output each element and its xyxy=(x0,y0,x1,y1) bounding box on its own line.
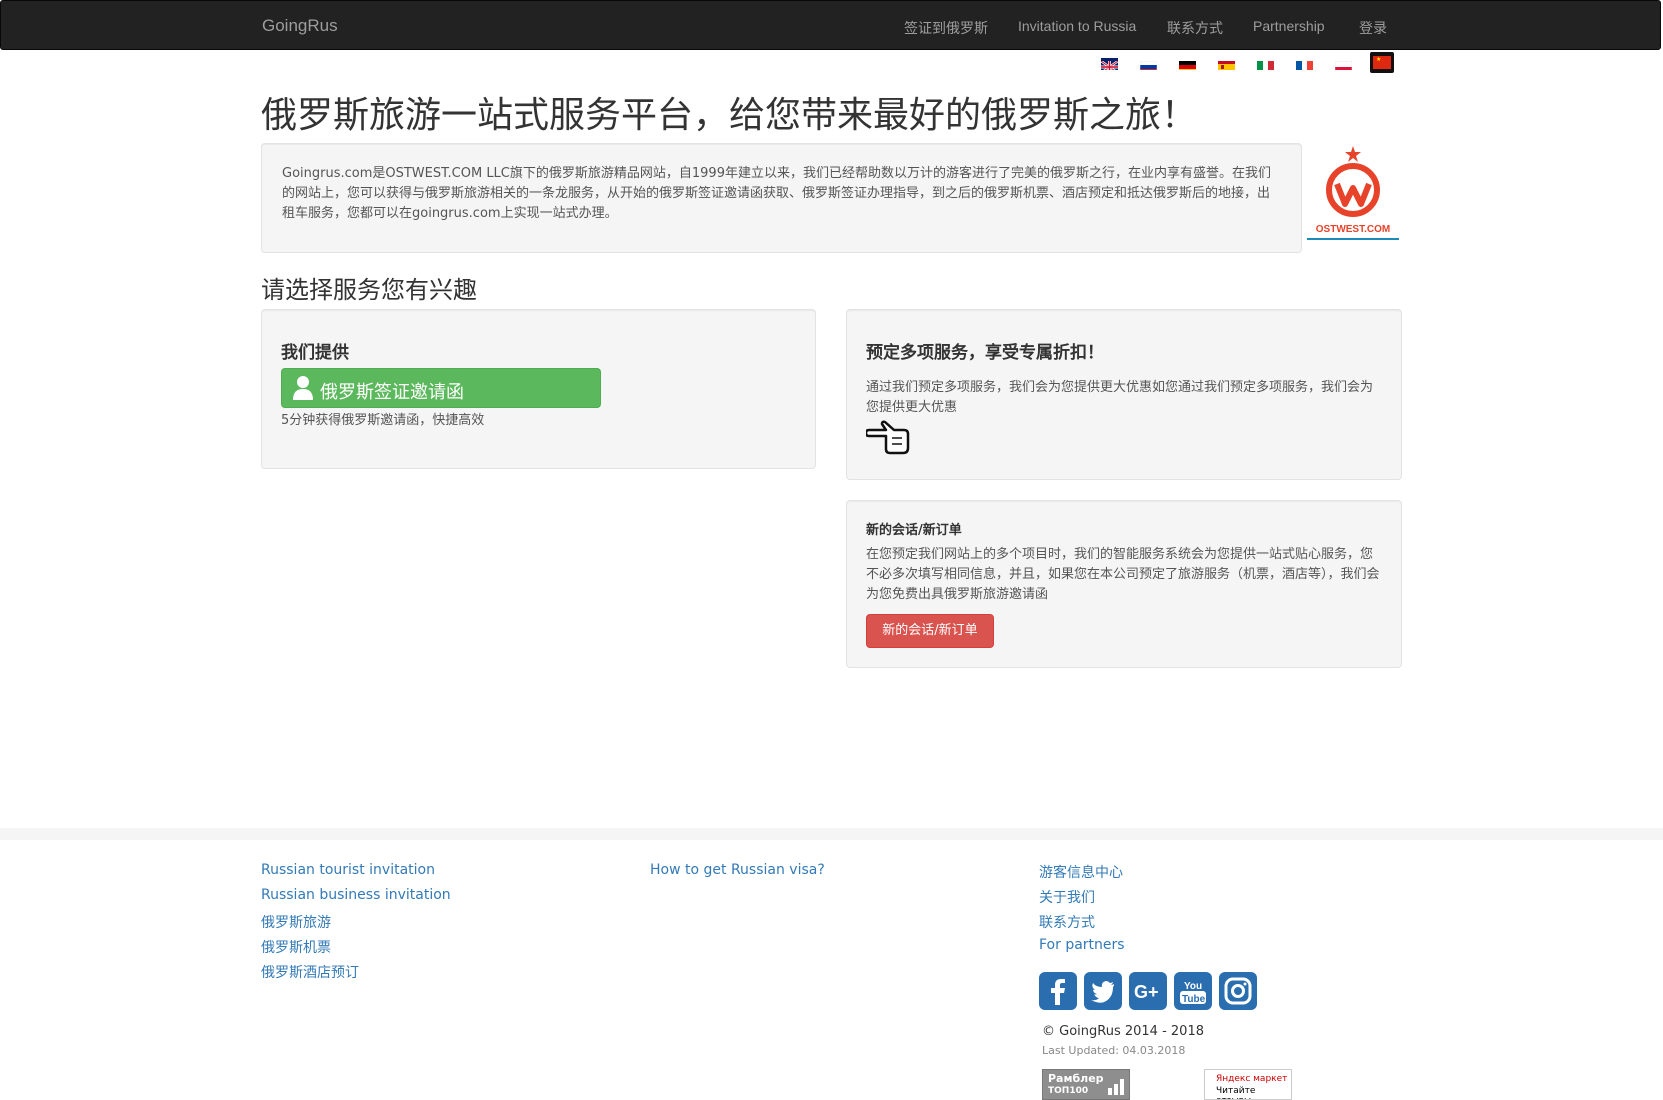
rambler-top100-badge[interactable]: Рамблер ТОП100 xyxy=(1042,1069,1130,1100)
nav-item-login[interactable]: 登录 xyxy=(1359,18,1387,38)
google-plus-icon[interactable]: G+ xyxy=(1129,972,1167,1010)
footer-link-contacts[interactable]: 联系方式 xyxy=(1039,912,1095,932)
footer-link-tourist-invitation[interactable]: Russian tourist invitation xyxy=(261,862,435,878)
offer-card-subtext: 5分钟获得俄罗斯邀请函，快捷高效 xyxy=(281,413,485,428)
offer-card: 我们提供 俄罗斯签证邀请函 5分钟获得俄罗斯邀请函，快捷高效 xyxy=(261,309,816,469)
ostwest-logo-icon xyxy=(1326,146,1380,217)
new-session-text: 在您预定我们网站上的多个项目时，我们的智能服务系统会为您提供一站式贴心服务，您不… xyxy=(866,547,1380,602)
logo-caption: OSTWEST.COM xyxy=(1315,224,1391,235)
flag-uk-icon[interactable] xyxy=(1101,58,1118,70)
flag-china-icon[interactable]: ★ xyxy=(1370,52,1394,73)
flag-russia-icon[interactable] xyxy=(1140,58,1157,70)
language-selector: ★ xyxy=(0,52,1663,76)
section-title: 请选择服务您有兴趣 xyxy=(261,276,477,304)
flag-spain-icon[interactable] xyxy=(1218,58,1235,70)
new-session-card: 新的会话/新订单 在您预定我们网站上的多个项目时，我们的智能服务系统会为您提供一… xyxy=(846,500,1402,668)
footer-link-business-invitation[interactable]: Russian business invitation xyxy=(261,887,451,903)
rambler-badge-title: Рамблер xyxy=(1048,1072,1104,1085)
pointing-hand-icon[interactable] xyxy=(866,420,912,456)
yandex-badge-title: Яндекс маркет xyxy=(1216,1074,1288,1084)
instagram-icon[interactable] xyxy=(1219,972,1257,1010)
footer-link-russia-travel[interactable]: 俄罗斯旅游 xyxy=(261,912,331,932)
page-title: 俄罗斯旅游一站式服务平台，给您带来最好的俄罗斯之旅！ xyxy=(261,95,1198,136)
svg-text:Tube: Tube xyxy=(1182,994,1206,1005)
flag-italy-icon[interactable] xyxy=(1257,58,1274,70)
brand-link[interactable]: GoingRus xyxy=(262,16,338,36)
footer-separator xyxy=(0,828,1663,840)
offer-card-heading: 我们提供 xyxy=(281,343,349,363)
footer-link-visa-howto[interactable]: How to get Russian visa? xyxy=(650,862,825,878)
nav-item-visa-to-russia[interactable]: 签证到俄罗斯 xyxy=(904,18,988,38)
visa-invitation-button[interactable]: 俄罗斯签证邀请函 xyxy=(281,368,601,408)
facebook-icon[interactable] xyxy=(1039,972,1077,1010)
nav-item-partnership[interactable]: Partnership xyxy=(1253,18,1325,34)
nav-item-contacts[interactable]: 联系方式 xyxy=(1167,18,1223,38)
footer-link-about[interactable]: 关于我们 xyxy=(1039,887,1095,907)
rambler-badge-subtitle: ТОП100 xyxy=(1048,1086,1089,1096)
footer-link-russia-hotels[interactable]: 俄罗斯酒店预订 xyxy=(261,962,359,982)
new-session-button[interactable]: 新的会话/新订单 xyxy=(866,614,994,648)
nav-item-invitation[interactable]: Invitation to Russia xyxy=(1018,18,1136,34)
bar-chart-icon xyxy=(1108,1079,1124,1095)
multi-service-heading: 预定多项服务，享受专属折扣！ xyxy=(866,343,1104,363)
svg-text:G+: G+ xyxy=(1134,982,1159,1002)
footer-link-russia-flights[interactable]: 俄罗斯机票 xyxy=(261,937,331,957)
new-session-heading: 新的会话/新订单 xyxy=(866,523,962,538)
last-updated-text: Last Updated: 04.03.2018 xyxy=(1042,1044,1186,1057)
intro-text: Goingrus.com是OSTWEST.COM LLC旗下的俄罗斯旅游精品网站… xyxy=(282,166,1271,221)
yandex-badge-subtitle: Читайте отзывы xyxy=(1216,1086,1256,1099)
user-icon xyxy=(293,376,313,400)
footer-link-info-center[interactable]: 游客信息中心 xyxy=(1039,862,1123,882)
logo-underline xyxy=(1307,238,1399,240)
intro-panel: Goingrus.com是OSTWEST.COM LLC旗下的俄罗斯旅游精品网站… xyxy=(261,143,1302,253)
yandex-market-badge[interactable]: Яндекс маркет Читайте отзывы xyxy=(1204,1069,1292,1100)
flag-poland-icon[interactable] xyxy=(1335,58,1352,70)
copyright-text: © GoingRus 2014 - 2018 xyxy=(1042,1024,1204,1039)
flag-germany-icon[interactable] xyxy=(1179,58,1196,70)
flag-france-icon[interactable] xyxy=(1296,58,1313,70)
visa-invitation-button-label: 俄罗斯签证邀请函 xyxy=(320,382,464,403)
footer-link-partners[interactable]: For partners xyxy=(1039,937,1125,953)
top-navbar: GoingRus 签证到俄罗斯 Invitation to Russia 联系方… xyxy=(0,0,1661,50)
svg-text:You: You xyxy=(1184,981,1202,992)
twitter-icon[interactable] xyxy=(1084,972,1122,1010)
ostwest-logo[interactable]: OSTWEST.COM xyxy=(1307,144,1399,242)
multi-service-card: 预定多项服务，享受专属折扣！ 通过我们预定多项服务，我们会为您提供更大优惠如您通… xyxy=(846,309,1402,480)
multi-service-text: 通过我们预定多项服务，我们会为您提供更大优惠如您通过我们预定多项服务，我们会为您… xyxy=(866,380,1374,415)
youtube-icon[interactable]: You Tube xyxy=(1174,972,1212,1010)
